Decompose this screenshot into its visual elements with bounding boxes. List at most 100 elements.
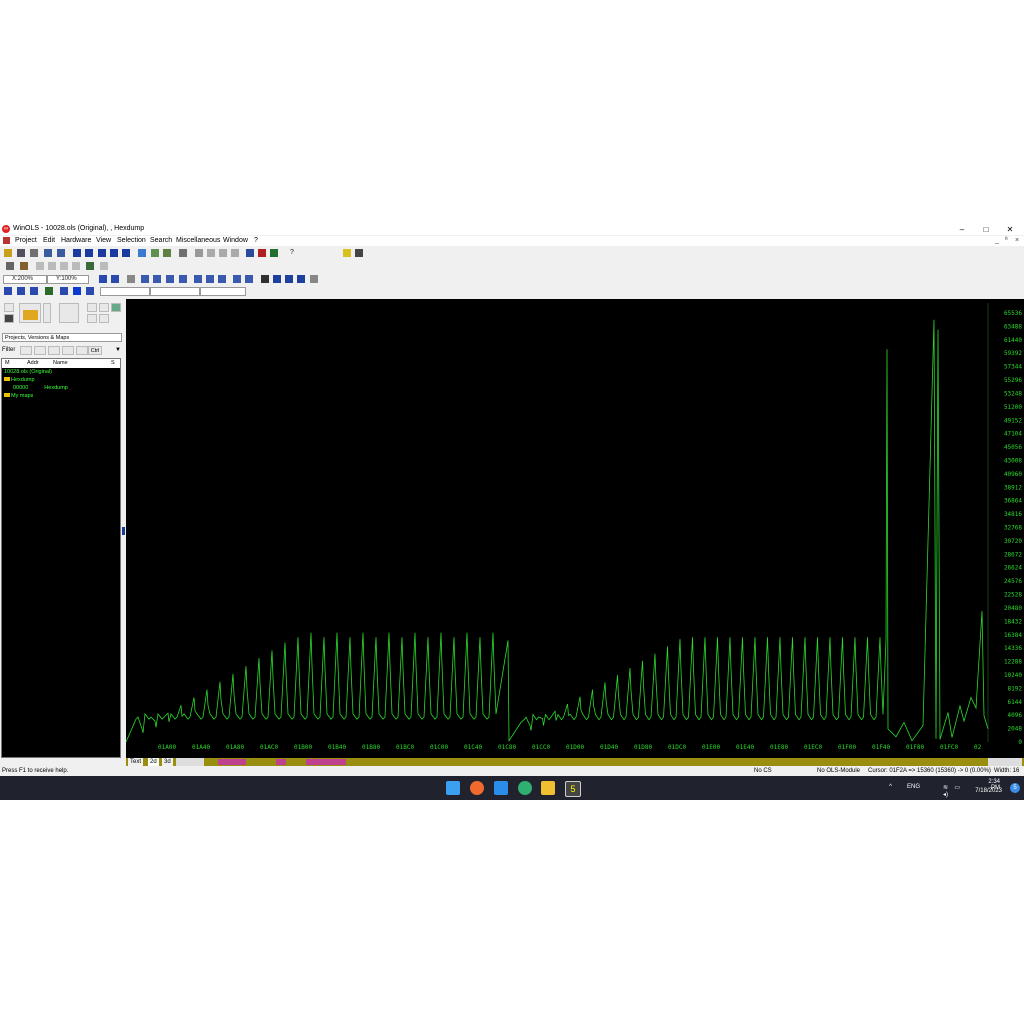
- battery-icon[interactable]: ▭: [954, 784, 960, 791]
- save-icon[interactable]: [17, 249, 25, 257]
- view-hex-icon[interactable]: [99, 275, 107, 283]
- map-text-icon[interactable]: [30, 287, 38, 295]
- window2-icon[interactable]: [57, 249, 65, 257]
- col-addr[interactable]: Addr: [27, 359, 39, 368]
- lohi-icon[interactable]: [233, 275, 241, 283]
- tree-icon[interactable]: [86, 262, 94, 270]
- format-8-icon[interactable]: [141, 275, 149, 283]
- map-2d-icon[interactable]: [4, 287, 12, 295]
- language-indicator[interactable]: ENG: [907, 784, 920, 790]
- mdi-restore-button[interactable]: ª: [1005, 237, 1008, 244]
- minimize-button[interactable]: –: [952, 224, 972, 235]
- edit-icon[interactable]: [20, 262, 28, 270]
- select-icon[interactable]: [45, 287, 53, 295]
- tab-2d[interactable]: 2d: [148, 758, 159, 766]
- menu-search[interactable]: Search: [150, 237, 172, 244]
- format-16-icon[interactable]: [153, 275, 161, 283]
- new-project-button[interactable]: [4, 303, 14, 312]
- lock-icon[interactable]: [219, 249, 227, 257]
- mail-icon[interactable]: [494, 781, 508, 795]
- project-selector[interactable]: Projects, Versions & Maps: [2, 333, 122, 342]
- filter-btn-5[interactable]: [76, 346, 88, 355]
- filter-btn-4[interactable]: [62, 346, 74, 355]
- arrow-left-icon[interactable]: [36, 262, 44, 270]
- menu-hardware[interactable]: Hardware: [61, 237, 91, 244]
- tool-icon[interactable]: [179, 249, 187, 257]
- delta-icon[interactable]: [273, 275, 281, 283]
- m-icon[interactable]: [258, 249, 266, 257]
- tool-b-button[interactable]: [99, 303, 109, 312]
- marker-icon[interactable]: [86, 287, 94, 295]
- menu-selection[interactable]: Selection: [117, 237, 146, 244]
- replace-icon[interactable]: [163, 249, 171, 257]
- hex-format-icon[interactable]: [206, 275, 214, 283]
- maximize-button[interactable]: □: [976, 224, 996, 235]
- tool-c-button[interactable]: [111, 303, 121, 312]
- list-icon[interactable]: [138, 249, 146, 257]
- format-32-icon[interactable]: [166, 275, 174, 283]
- decimal-icon[interactable]: [194, 275, 202, 283]
- tree-item-my-maps[interactable]: My maps: [4, 393, 33, 399]
- clock-date[interactable]: 7/18/2023: [975, 788, 1002, 794]
- open-dropdown-button[interactable]: [43, 303, 51, 323]
- help-question[interactable]: ?: [290, 249, 294, 256]
- graph-icon[interactable]: [60, 287, 68, 295]
- mdi-minimize-button[interactable]: _: [995, 237, 999, 244]
- hexdump-graph[interactable]: 65536 63488 61440 59392 57344 55296 53248 51200…: [126, 299, 1024, 758]
- notification-badge[interactable]: 5: [1010, 783, 1020, 793]
- tool-e-button[interactable]: [99, 314, 109, 323]
- tool-d-button[interactable]: [87, 314, 97, 323]
- width-icon[interactable]: [245, 275, 253, 283]
- folder-icon[interactable]: [541, 781, 555, 795]
- edge-icon[interactable]: [518, 781, 532, 795]
- nav-icon[interactable]: [100, 262, 108, 270]
- first-icon[interactable]: [73, 249, 81, 257]
- windows-start-icon[interactable]: [446, 781, 460, 795]
- arrow-up-icon[interactable]: [48, 262, 56, 270]
- grid-icon[interactable]: [98, 249, 106, 257]
- tree-item-hexdump-map[interactable]: 00000 Hexdump: [13, 385, 68, 391]
- diff-icon[interactable]: [297, 275, 305, 283]
- prev-icon[interactable]: [85, 249, 93, 257]
- mdi-close-button[interactable]: ×: [1015, 237, 1019, 244]
- signed-icon[interactable]: [218, 275, 226, 283]
- close-button[interactable]: ✕: [1000, 224, 1020, 235]
- scroll-nav-buttons[interactable]: [988, 758, 1022, 766]
- home-icon[interactable]: [207, 249, 215, 257]
- map-3d-icon[interactable]: [17, 287, 25, 295]
- filter-btn-2[interactable]: [34, 346, 46, 355]
- hex-icon[interactable]: [246, 249, 254, 257]
- filter-btn-1[interactable]: [20, 346, 32, 355]
- menu-help[interactable]: ?: [254, 237, 258, 244]
- project-tree[interactable]: M Addr Name S 10028.ols (Original) Hexdu…: [1, 358, 121, 758]
- menu-window[interactable]: Window: [223, 237, 248, 244]
- y-zoom-select[interactable]: Y:100%: [47, 275, 89, 284]
- factor-icon[interactable]: [285, 275, 293, 283]
- menu-project[interactable]: Project: [15, 237, 37, 244]
- percent-icon[interactable]: [261, 275, 269, 283]
- columns-icon[interactable]: [127, 275, 135, 283]
- map-select-1[interactable]: [100, 287, 150, 296]
- x-zoom-select[interactable]: X:200%: [3, 275, 47, 284]
- undo-icon[interactable]: [6, 262, 14, 270]
- map-select-3[interactable]: [200, 287, 246, 296]
- window-icon[interactable]: [44, 249, 52, 257]
- forward-icon[interactable]: [231, 249, 239, 257]
- view-text-icon[interactable]: [111, 275, 119, 283]
- compare-icon[interactable]: [310, 275, 318, 283]
- filter-ctrl-button[interactable]: Ctrl: [88, 346, 102, 355]
- back-icon[interactable]: [195, 249, 203, 257]
- col-s[interactable]: S: [111, 359, 115, 368]
- find-icon[interactable]: [151, 249, 159, 257]
- chevron-up-icon[interactable]: ^: [889, 784, 892, 790]
- color-icon[interactable]: [73, 287, 81, 295]
- filter-btn-3[interactable]: [48, 346, 60, 355]
- search-icon[interactable]: [470, 781, 484, 795]
- filter-dropdown-icon[interactable]: ▼: [115, 347, 121, 353]
- context-help-icon[interactable]: [355, 249, 363, 257]
- tool-a-button[interactable]: [87, 303, 97, 312]
- tree-item-project[interactable]: 10028.ols (Original): [4, 369, 52, 375]
- format-float-icon[interactable]: [179, 275, 187, 283]
- tree-item-hexdump[interactable]: Hexdump: [4, 377, 35, 383]
- menu-edit[interactable]: Edit: [43, 237, 55, 244]
